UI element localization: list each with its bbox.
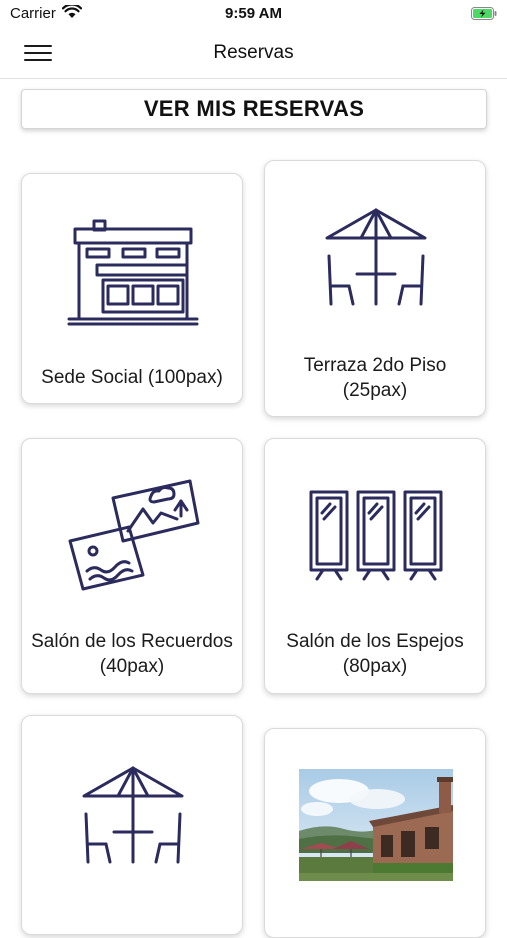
mirrors-icon — [265, 487, 485, 581]
photos-icon — [22, 479, 242, 591]
space-card-terraza-2[interactable] — [21, 715, 243, 935]
space-label: Terraza 2do Piso (25pax) — [303, 355, 447, 401]
space-label: Salón de los Espejos (80pax) — [286, 631, 464, 677]
nav-bar: Reservas — [0, 28, 507, 79]
space-card-photo[interactable] — [264, 728, 486, 938]
space-label: Sede Social (100pax) — [41, 367, 223, 388]
space-card-terraza[interactable]: Terraza 2do Piso (25pax) — [264, 160, 486, 417]
umbrella-table-icon — [265, 206, 485, 306]
space-label: Salón de los Recuerdos (40pax) — [31, 631, 233, 677]
status-time: 9:59 AM — [225, 5, 282, 22]
ver-mis-reservas-button[interactable]: VER MIS RESERVAS — [21, 89, 487, 129]
battery-charging-icon — [471, 7, 497, 20]
space-card-sede-social[interactable]: Sede Social (100pax) — [21, 173, 243, 404]
hamburger-menu-icon[interactable] — [24, 42, 54, 64]
building-icon — [22, 218, 242, 326]
building-photo — [265, 769, 485, 881]
space-card-salon-recuerdos[interactable]: Salón de los Recuerdos (40pax) — [21, 438, 243, 694]
umbrella-table-icon — [22, 764, 242, 864]
space-card-salon-espejos[interactable]: Salón de los Espejos (80pax) — [264, 438, 486, 694]
status-bar: Carrier 9:59 AM — [0, 0, 507, 28]
page-title: Reservas — [213, 42, 294, 63]
